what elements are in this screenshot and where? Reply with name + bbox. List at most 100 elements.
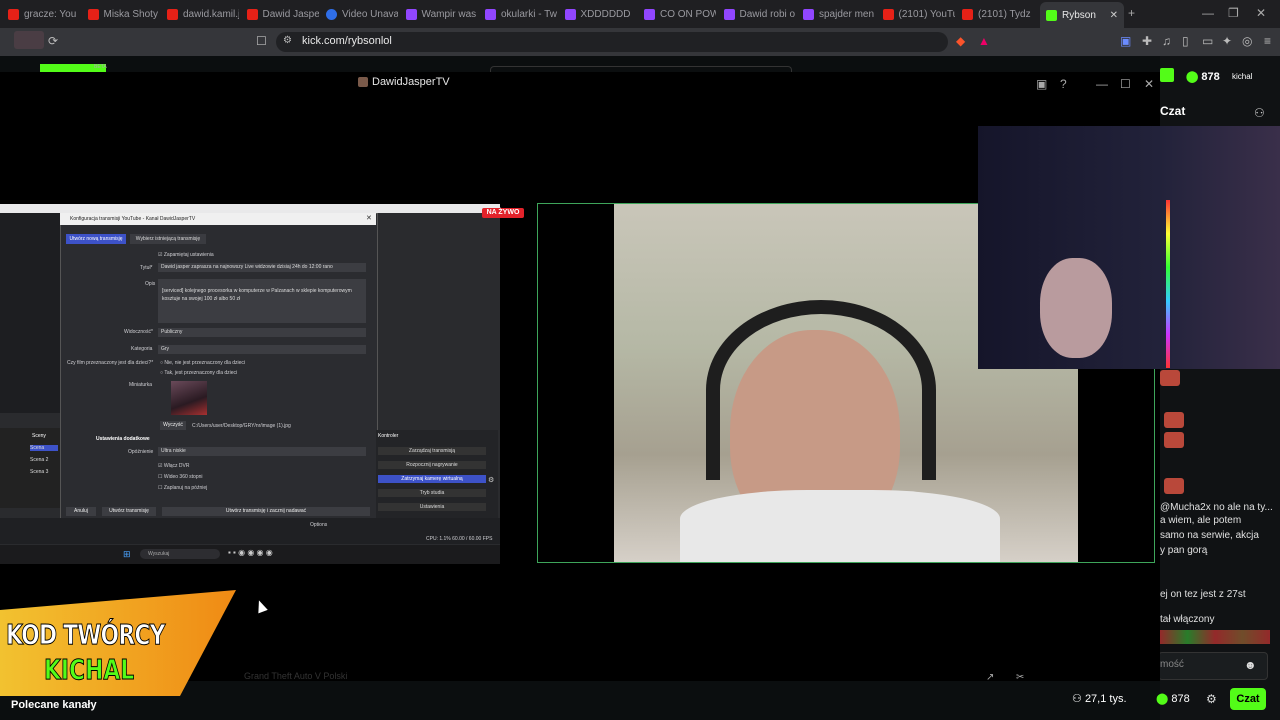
dialog-title: Konfiguracja transmisji YouTube - Kanał …: [60, 213, 376, 225]
clear-thumbnail-button[interactable]: Wyczyść: [160, 421, 186, 430]
browser-tab[interactable]: CO ON POW: [644, 4, 716, 24]
reload-icon[interactable]: ⟳: [48, 34, 58, 48]
wallet-icon[interactable]: ▭: [1202, 34, 1213, 48]
title-input[interactable]: Dawid jasper zaprasza na najnowszy Live …: [158, 263, 366, 272]
obs-control-button[interactable]: Zatrzymaj kamerę wirtualną: [378, 475, 486, 483]
thumbnail-image: [171, 381, 207, 415]
restore-window-icon[interactable]: ❐: [1228, 6, 1239, 20]
creator-code-label: KOD TWÓRCY: [6, 618, 166, 652]
create-broadcast-button[interactable]: Utwórz transmisję: [102, 507, 156, 516]
minimize-window-icon[interactable]: —: [1202, 6, 1214, 20]
dvr-checkbox[interactable]: ☑ Włącz DVR: [158, 463, 189, 469]
chat-settings-gear-icon[interactable]: ⚙: [1206, 692, 1217, 706]
create-and-start-button[interactable]: Utwórz transmisję i zacznij nadawać: [162, 507, 370, 516]
player-title: DawidJasperTV: [358, 76, 450, 88]
browser-tab[interactable]: Miska Shoty: [87, 4, 160, 24]
bookmark-icon[interactable]: ☐: [256, 34, 267, 48]
taskbar-search[interactable]: Wyszukaj: [140, 549, 220, 559]
video360-checkbox[interactable]: ☐ Wideo 360 stopni: [158, 474, 203, 480]
thumbnail-path: C:/Users/user/Desktop/GRY/nr/image (1).j…: [192, 423, 291, 429]
chat-header: Czat: [1160, 104, 1186, 118]
menu-icon[interactable]: ≡: [1264, 34, 1271, 48]
category-select[interactable]: Gry: [158, 345, 366, 354]
extensions-icon[interactable]: ✚: [1142, 34, 1152, 48]
favicon-icon: [803, 8, 814, 20]
points-bottom: ⬤ 878: [1156, 692, 1190, 705]
translate-icon[interactable]: ▣: [1120, 34, 1131, 48]
obs-control-button[interactable]: Ustawienia: [378, 503, 486, 511]
options-label[interactable]: Options: [310, 522, 327, 528]
windows-start-icon[interactable]: ⊞: [123, 549, 131, 560]
schedule-checkbox[interactable]: ☐ Zaplanuj na później: [158, 485, 207, 491]
browser-tab[interactable]: XDDDDDD: [564, 4, 637, 24]
media-icon[interactable]: ♫: [1162, 34, 1171, 48]
tab-active-rybson[interactable]: Rybson ✕: [1040, 2, 1124, 28]
help-icon[interactable]: ?: [1060, 77, 1067, 91]
browser-tab[interactable]: Dawid Jaspe: [246, 4, 319, 24]
desc-input[interactable]: [serviced] kolejnego procesorka w komput…: [158, 279, 366, 323]
vpn-icon[interactable]: ◎: [1242, 34, 1252, 48]
close-window-icon[interactable]: ✕: [1256, 6, 1266, 20]
latency-select[interactable]: Ultra niskie: [158, 447, 366, 456]
username[interactable]: kichal: [1232, 72, 1252, 81]
chat-message: tał włączony: [1160, 614, 1215, 625]
kids-no-radio[interactable]: ○ Nie, nie jest przeznaczony dla dzieci: [160, 360, 245, 366]
obs-control-button[interactable]: Tryb studia: [378, 489, 486, 497]
browser-tab[interactable]: Dawid robi o: [723, 4, 796, 24]
minimize-player-icon[interactable]: —: [1096, 77, 1108, 91]
obs-scenes-panel: [0, 428, 60, 508]
kids-no-text: Nie, nie jest przeznaczony dla dzieci: [164, 360, 246, 366]
obs-control-button[interactable]: Rozpocznij nagrywanie: [378, 461, 486, 469]
tiktok-overlay-icon: [14, 31, 44, 49]
chat-users-icon[interactable]: ⚇: [1254, 106, 1265, 120]
picture-in-picture-icon[interactable]: ▣: [1036, 77, 1047, 91]
browser-tab[interactable]: spajder men: [803, 4, 875, 24]
tab-label: (2101) YouTu: [898, 8, 955, 20]
brave-shield-icon[interactable]: ◆: [956, 34, 965, 48]
close-player-icon[interactable]: ✕: [1144, 77, 1154, 91]
kids-yes-radio[interactable]: ○ Tak, jest przeznaczony dla dzieci: [160, 370, 237, 376]
chat-message: ej on tez jest z 27st: [1160, 589, 1246, 600]
share-icon[interactable]: ↗: [986, 672, 994, 683]
url-text[interactable]: kick.com/rybsonlol: [302, 35, 392, 47]
remember-checkbox[interactable]: ☑ Zapamiętaj ustawienia: [158, 252, 214, 258]
browser-tab[interactable]: dawid.kamil.j: [167, 4, 239, 24]
points-bottom-value: 878: [1171, 693, 1190, 705]
scene-item[interactable]: Scena: [30, 445, 58, 451]
title-label: Tytuł*: [140, 265, 153, 271]
browser-tab[interactable]: (2101) Tydz: [962, 4, 1034, 24]
browser-tab[interactable]: (2101) YouTu: [882, 4, 955, 24]
new-tab-icon[interactable]: +: [1128, 6, 1135, 20]
kick-channel-icon[interactable]: [1160, 68, 1174, 82]
visibility-select[interactable]: Publiczny: [158, 328, 366, 337]
recommended-channels[interactable]: Polecane kanały: [11, 699, 97, 711]
dialog-close-icon[interactable]: ✕: [366, 214, 372, 222]
tab-new-broadcast[interactable]: Utwórz nową transmisję: [66, 234, 126, 244]
browser-tab[interactable]: Wampir was: [405, 4, 478, 24]
favicon-icon: [564, 8, 576, 20]
ai-icon[interactable]: ✦: [1222, 34, 1232, 48]
browser-tab[interactable]: gracze: You: [8, 4, 80, 24]
vcam-settings-gear-icon[interactable]: ⚙: [488, 476, 494, 484]
site-info-icon[interactable]: ⚙: [283, 35, 292, 46]
remember-label: Zapamiętaj ustawienia: [163, 252, 214, 258]
scene-item[interactable]: Scena 3: [30, 469, 58, 475]
tab-existing-broadcast[interactable]: Wybierz istniejącą transmisję: [130, 234, 206, 244]
chat-message: y pan gorą: [1160, 545, 1208, 556]
obs-preview-area: [0, 213, 60, 413]
emoji-icon[interactable]: ☻: [1244, 658, 1257, 672]
maximize-player-icon[interactable]: ☐: [1120, 77, 1131, 91]
obs-control-button[interactable]: Zarządzaj transmisją: [378, 447, 486, 455]
chat-message: samo na serwie, akcja: [1160, 530, 1259, 541]
favicon-icon: [485, 8, 496, 20]
sidebar-icon[interactable]: ▯: [1182, 34, 1189, 48]
chat-send-button[interactable]: Czat: [1230, 688, 1266, 710]
clip-icon[interactable]: ✂: [1016, 672, 1024, 683]
rewards-icon[interactable]: ▲: [978, 34, 990, 48]
scene-item[interactable]: Scena 2: [30, 457, 58, 463]
browser-tab[interactable]: Video Unava: [326, 4, 398, 24]
browser-tab[interactable]: okularki - Tw: [485, 4, 557, 24]
close-tab-icon[interactable]: ✕: [1110, 10, 1118, 21]
led-strip: [1166, 200, 1170, 368]
cancel-button[interactable]: Anuluj: [66, 507, 96, 516]
